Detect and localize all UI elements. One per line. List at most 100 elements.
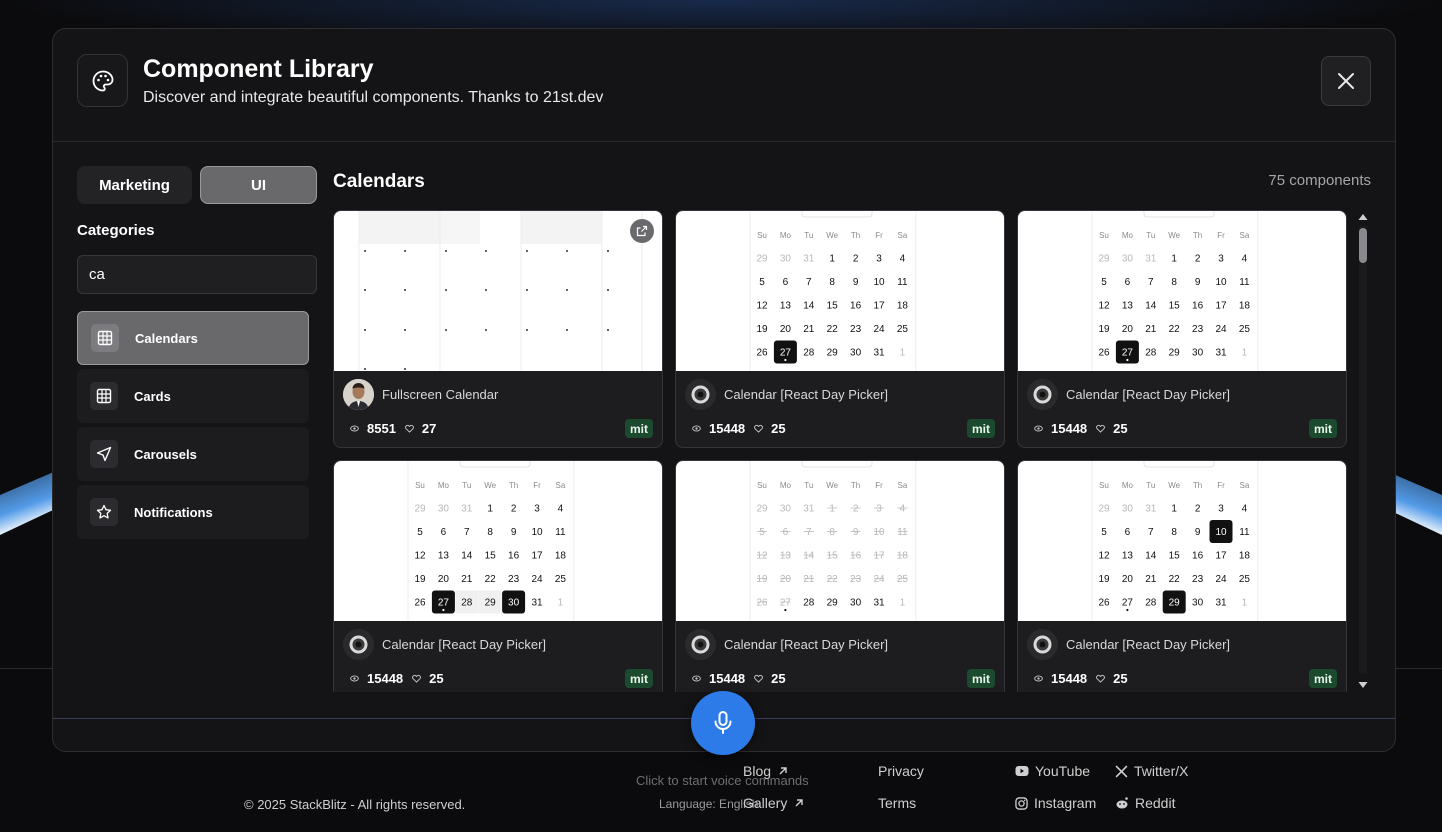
calendar-day[interactable]: 30 bbox=[780, 254, 792, 265]
calendar-day[interactable]: 29 bbox=[1169, 348, 1181, 359]
sidebar-item-notifications[interactable]: Notifications bbox=[77, 485, 309, 539]
calendar-day[interactable]: 29 bbox=[414, 504, 426, 515]
calendar-day[interactable]: 5 bbox=[1101, 277, 1107, 288]
calendar-day[interactable]: 5 bbox=[759, 527, 765, 538]
scroll-up-arrow[interactable] bbox=[1358, 213, 1368, 221]
tab-marketing[interactable]: Marketing bbox=[77, 166, 192, 204]
calendar-day[interactable]: 1 bbox=[558, 598, 564, 609]
calendar-day[interactable]: 17 bbox=[531, 551, 543, 562]
calendar-day[interactable]: 6 bbox=[1125, 527, 1131, 538]
calendar-day[interactable]: 8 bbox=[829, 527, 835, 538]
open-external-button[interactable] bbox=[630, 219, 654, 243]
calendar-day[interactable]: 6 bbox=[1125, 277, 1131, 288]
calendar-day[interactable]: 18 bbox=[1239, 301, 1251, 312]
calendar-day[interactable]: 12 bbox=[1098, 551, 1110, 562]
calendar-day[interactable]: 1 bbox=[829, 504, 835, 515]
calendar-day[interactable]: 22 bbox=[827, 324, 839, 335]
calendar-day[interactable]: 5 bbox=[1101, 527, 1107, 538]
calendar-day[interactable]: 31 bbox=[461, 504, 473, 515]
calendar-day[interactable]: 31 bbox=[803, 254, 815, 265]
calendar-day[interactable]: 26 bbox=[756, 598, 768, 609]
calendar-day[interactable]: 31 bbox=[1145, 254, 1157, 265]
calendar-day[interactable]: 25 bbox=[1239, 574, 1251, 585]
calendar-day[interactable]: 23 bbox=[1192, 324, 1204, 335]
calendar-day[interactable]: 17 bbox=[873, 301, 885, 312]
calendar-day[interactable]: 10 bbox=[531, 527, 543, 538]
calendar-day[interactable]: 29 bbox=[756, 254, 768, 265]
calendar-day[interactable]: 18 bbox=[1239, 551, 1251, 562]
calendar-day[interactable]: 25 bbox=[897, 324, 909, 335]
calendar-day[interactable]: 23 bbox=[1192, 574, 1204, 585]
calendar-day[interactable]: 29 bbox=[1098, 254, 1110, 265]
calendar-day[interactable]: 8 bbox=[1171, 277, 1177, 288]
calendar-day[interactable]: 1 bbox=[900, 348, 906, 359]
calendar-day[interactable]: 2 bbox=[1195, 504, 1201, 515]
calendar-day[interactable]: 30 bbox=[1192, 598, 1204, 609]
calendar-day[interactable]: 27 bbox=[1122, 598, 1134, 609]
component-card[interactable]: Su Mo Tu We Th Fr Sa 29 30 31 1 2 3 4 5 6 7 8 9 10 11 12 13 14 1… bbox=[1017, 210, 1347, 448]
calendar-day[interactable]: 31 bbox=[1215, 348, 1227, 359]
calendar-day[interactable]: 15 bbox=[827, 551, 839, 562]
calendar-day[interactable]: 2 bbox=[853, 504, 859, 515]
calendar-day[interactable]: 25 bbox=[555, 574, 567, 585]
calendar-day[interactable]: 30 bbox=[1192, 348, 1204, 359]
calendar-day[interactable]: 20 bbox=[780, 574, 792, 585]
calendar-day[interactable]: 25 bbox=[897, 574, 909, 585]
calendar-day[interactable]: 2 bbox=[1195, 254, 1201, 265]
calendar-day[interactable]: 1 bbox=[829, 254, 835, 265]
calendar-day[interactable]: 27 bbox=[1122, 348, 1134, 359]
calendar-day[interactable]: 3 bbox=[876, 254, 882, 265]
calendar-day[interactable]: 8 bbox=[1171, 527, 1177, 538]
calendar-day[interactable]: 19 bbox=[756, 574, 768, 585]
calendar-day[interactable]: 30 bbox=[1122, 504, 1134, 515]
calendar-day[interactable]: 27 bbox=[780, 348, 792, 359]
calendar-day[interactable]: 14 bbox=[461, 551, 473, 562]
calendar-day[interactable]: 18 bbox=[897, 551, 909, 562]
calendar-day[interactable]: 28 bbox=[803, 348, 815, 359]
calendar-day[interactable]: 12 bbox=[414, 551, 426, 562]
calendar-day[interactable]: 18 bbox=[555, 551, 567, 562]
calendar-day[interactable]: 13 bbox=[1122, 551, 1134, 562]
calendar-day[interactable]: 21 bbox=[1145, 324, 1157, 335]
calendar-day[interactable]: 11 bbox=[1239, 527, 1250, 538]
scroll-down-arrow[interactable] bbox=[1358, 681, 1368, 689]
calendar-day[interactable]: 17 bbox=[1215, 301, 1227, 312]
calendar-day[interactable]: 15 bbox=[485, 551, 497, 562]
calendar-day[interactable]: 23 bbox=[850, 324, 862, 335]
calendar-day[interactable]: 24 bbox=[1215, 324, 1227, 335]
calendar-day[interactable]: 17 bbox=[873, 551, 885, 562]
calendar-day[interactable]: 5 bbox=[417, 527, 423, 538]
calendar-day[interactable]: 30 bbox=[780, 504, 792, 515]
calendar-day[interactable]: 19 bbox=[414, 574, 426, 585]
calendar-day[interactable]: 9 bbox=[1195, 277, 1201, 288]
calendar-day[interactable]: 16 bbox=[1192, 551, 1204, 562]
calendar-day[interactable]: 2 bbox=[511, 504, 517, 515]
calendar-day[interactable]: 13 bbox=[438, 551, 450, 562]
calendar-day[interactable]: 24 bbox=[531, 574, 543, 585]
footer-link-gallery[interactable]: Gallery bbox=[743, 795, 805, 811]
calendar-day[interactable]: 26 bbox=[756, 348, 768, 359]
calendar-day[interactable]: 13 bbox=[780, 551, 792, 562]
sidebar-item-cards[interactable]: Cards bbox=[77, 369, 309, 423]
component-card[interactable]: Su Mo Tu We Th Fr Sa 29 30 31 1 2 3 4 5 6 7 8 9 10 11 12 13 14 1… bbox=[1017, 460, 1347, 692]
footer-link-youtube[interactable]: YouTube bbox=[1015, 763, 1090, 779]
calendar-day[interactable]: 4 bbox=[1242, 254, 1248, 265]
calendar-day[interactable]: 18 bbox=[897, 301, 909, 312]
calendar-day[interactable]: 14 bbox=[1145, 301, 1157, 312]
calendar-day[interactable]: 29 bbox=[756, 504, 768, 515]
calendar-day[interactable]: 27 bbox=[438, 598, 450, 609]
calendar-day[interactable]: 28 bbox=[461, 598, 473, 609]
calendar-day[interactable]: 11 bbox=[897, 527, 908, 538]
calendar-day[interactable]: 3 bbox=[534, 504, 540, 515]
calendar-day[interactable]: 15 bbox=[1169, 551, 1181, 562]
calendar-day[interactable]: 5 bbox=[759, 277, 765, 288]
scroll-track[interactable] bbox=[1359, 226, 1367, 674]
category-search-input[interactable] bbox=[77, 255, 317, 294]
calendar-day[interactable]: 17 bbox=[1215, 551, 1227, 562]
calendar-day[interactable]: 14 bbox=[1145, 551, 1157, 562]
calendar-day[interactable]: 4 bbox=[558, 504, 564, 515]
calendar-day[interactable]: 13 bbox=[780, 301, 792, 312]
calendar-day[interactable]: 22 bbox=[1169, 574, 1181, 585]
calendar-day[interactable]: 20 bbox=[1122, 574, 1134, 585]
calendar-day[interactable]: 8 bbox=[487, 527, 493, 538]
